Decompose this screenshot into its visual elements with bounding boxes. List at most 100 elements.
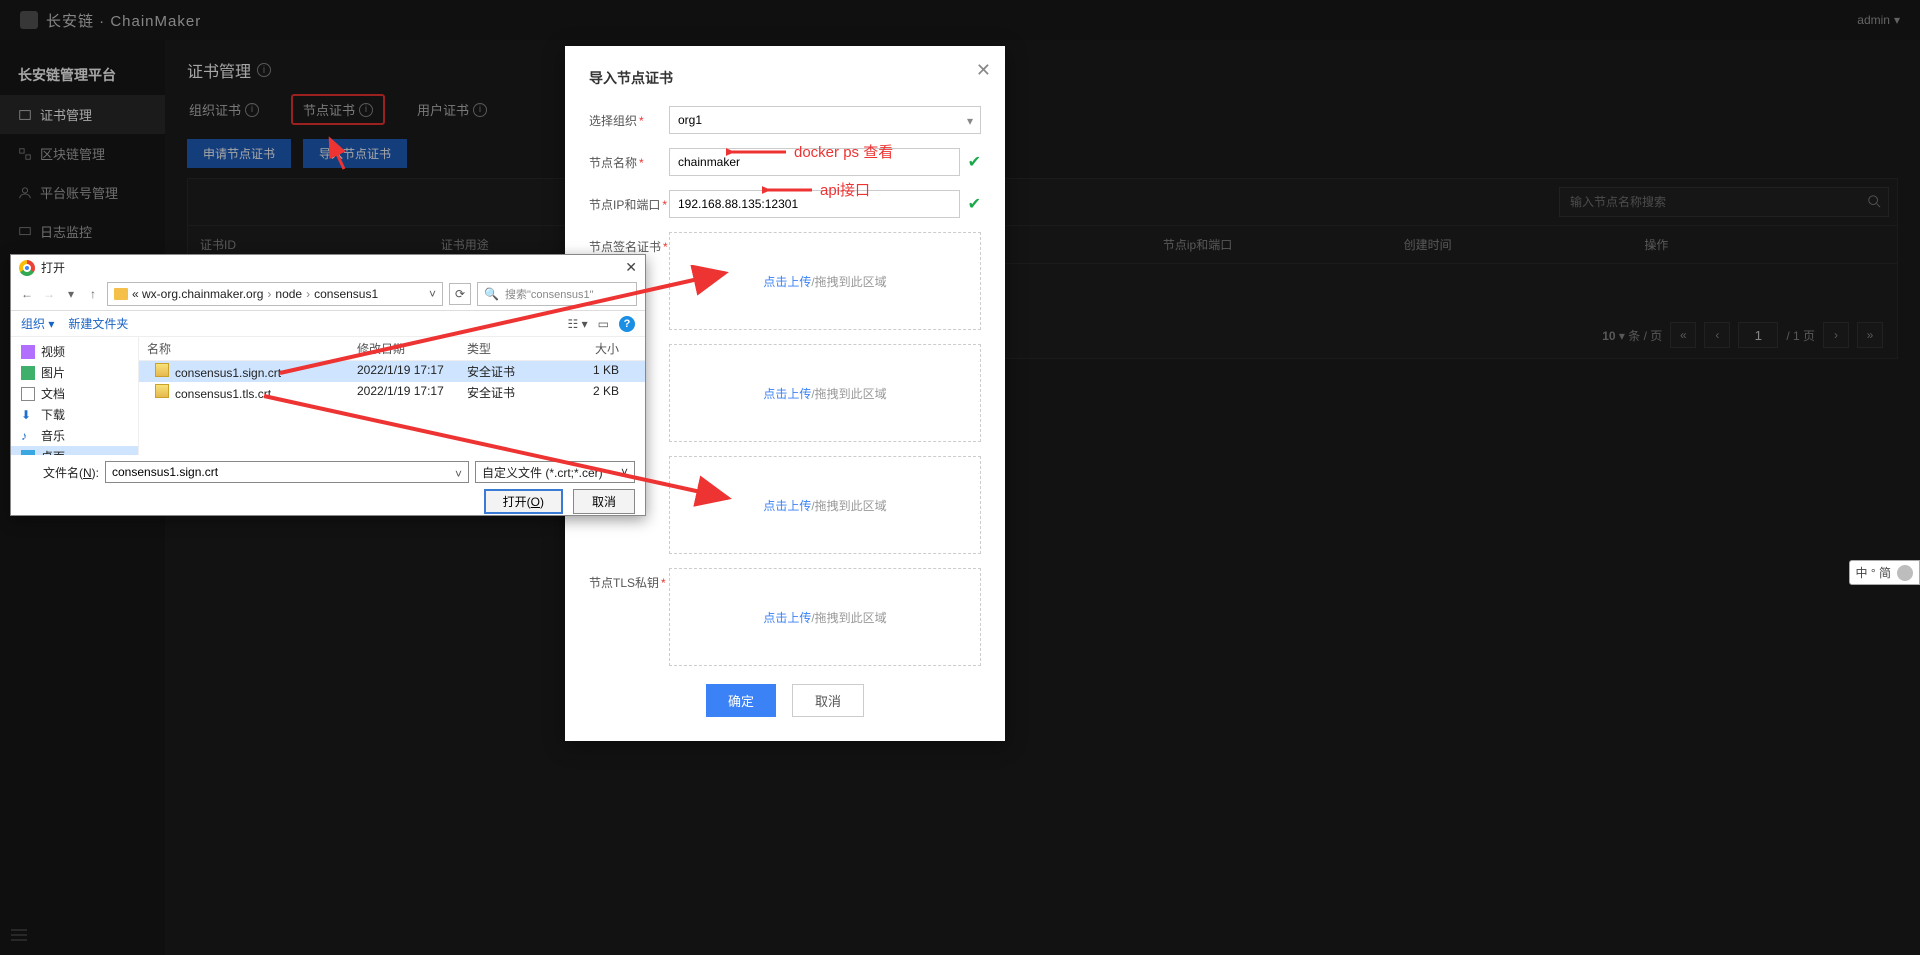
preview-pane-icon[interactable]: ▭ [598,317,609,331]
music-icon: ♪ [21,429,35,443]
valid-icon: ✔ [968,152,981,172]
org-select[interactable]: org1 [669,106,981,134]
file-open-dialog: 打开 ✕ ← → ▾ ↑ « wx-org.chainmaker.org › n… [10,254,646,516]
search-icon: 🔍 [484,287,499,301]
upload-tls-key[interactable]: 点击上传/拖拽到此区域 [669,568,981,666]
file-date: 2022/1/19 17:17 [357,363,467,380]
file-size: 2 KB [567,384,627,401]
file-date: 2022/1/19 17:17 [357,384,467,401]
toolbar-organize[interactable]: 组织 ▾ [21,315,54,332]
upload-link: 点击上传 [763,499,811,513]
node-ipport-input[interactable] [669,190,960,218]
cert-file-icon [155,384,169,398]
node-name-input[interactable] [669,148,960,176]
file-type: 安全证书 [467,384,567,401]
modal-close-button[interactable]: ✕ [976,60,991,81]
upload-link: 点击上传 [763,611,811,625]
file-type-filter[interactable]: 自定义文件 (*.crt;*.cer) ˅ [475,461,635,483]
filedlg-title-text: 打开 [41,259,65,276]
nav-up-icon[interactable]: ↑ [85,287,101,301]
file-row[interactable]: consensus1.sign.crt 2022/1/19 17:17 安全证书… [139,361,645,382]
upload-hint: /拖拽到此区域 [811,275,886,289]
tree-label: 视频 [41,343,65,360]
col-date[interactable]: 修改日期 [357,340,467,357]
label-org: 选择组织 [589,114,637,128]
picture-icon [21,366,35,380]
chevron-down-icon[interactable]: ˅ [429,287,436,301]
view-mode-icon[interactable]: ☷ ▾ [568,317,588,331]
file-row[interactable]: consensus1.tls.crt 2022/1/19 17:17 安全证书 … [139,382,645,403]
ime-indicator[interactable]: 中 ° 简 [1849,560,1920,585]
tree-label: 文档 [41,385,65,402]
video-icon [21,345,35,359]
label-sign-cert: 节点签名证书 [589,240,661,254]
ime-mascot-icon [1897,565,1913,581]
tree-item[interactable]: ♪ 音乐 [11,425,138,446]
tree-label: 音乐 [41,427,65,444]
col-size[interactable]: 大小 [567,340,627,357]
nav-back-icon[interactable]: ← [19,287,35,301]
upload-sign-cert-1[interactable]: 点击上传/拖拽到此区域 [669,232,981,330]
nav-recent-icon[interactable]: ▾ [63,287,79,301]
upload-sign-cert-3[interactable]: 点击上传/拖拽到此区域 [669,456,981,554]
filename-label: 文件名(N): [21,464,99,481]
tree-label: 图片 [41,364,65,381]
tree-item[interactable]: 文档 [11,383,138,404]
file-name: consensus1.tls.crt [175,387,271,401]
valid-icon: ✔ [968,194,981,214]
chrome-icon [19,260,35,276]
filter-text: 自定义文件 (*.crt;*.cer) [482,464,603,481]
upload-hint: /拖拽到此区域 [811,611,886,625]
folder-tree: 视频 图片 文档 ⬇ 下载 ♪ 音乐 桌面 [11,337,139,455]
path-prefix: « wx-org.chainmaker.org [132,287,263,301]
file-name: consensus1.sign.crt [175,366,281,380]
upload-link: 点击上传 [763,387,811,401]
label-tls-key: 节点TLS私钥 [589,576,659,590]
modal-ok-button[interactable]: 确定 [706,684,776,717]
nav-fwd-icon[interactable]: → [41,287,57,301]
filename-input[interactable] [112,462,462,482]
label-ipport: 节点IP和端口 [589,198,660,212]
filedlg-open-button[interactable]: 打开(O) [484,489,563,514]
cert-file-icon [155,363,169,377]
tree-item[interactable]: ⬇ 下载 [11,404,138,425]
folder-icon [114,288,128,300]
refresh-button[interactable]: ⟳ [449,283,471,305]
filedlg-close-button[interactable]: ✕ [625,259,637,276]
path-seg[interactable]: node [275,287,302,301]
download-icon: ⬇ [21,408,35,422]
path-sep-icon: › [306,287,310,301]
col-type[interactable]: 类型 [467,340,567,357]
col-name[interactable]: 名称 [139,340,357,357]
desktop-icon [21,450,35,456]
tree-label: 桌面 [41,448,65,455]
path-sep-icon: › [267,287,271,301]
chevron-down-icon[interactable]: ˅ [455,467,462,481]
label-node-name: 节点名称 [589,156,637,170]
upload-link: 点击上传 [763,275,811,289]
path-bar[interactable]: « wx-org.chainmaker.org › node › consens… [107,282,443,306]
upload-sign-cert-2[interactable]: 点击上传/拖拽到此区域 [669,344,981,442]
toolbar-newfolder[interactable]: 新建文件夹 [68,315,128,332]
upload-hint: /拖拽到此区域 [811,387,886,401]
tree-label: 下载 [41,406,65,423]
file-list: 名称 修改日期 类型 大小 consensus1.sign.crt 2022/1… [139,337,645,455]
filename-input-wrap[interactable]: ˅ [105,461,469,483]
help-icon[interactable]: ? [619,316,635,332]
modal-cancel-button[interactable]: 取消 [792,684,864,717]
tree-item[interactable]: 桌面 [11,446,138,455]
path-seg[interactable]: consensus1 [314,287,378,301]
ime-text: 中 ° 简 [1856,564,1891,581]
filedlg-search[interactable]: 🔍 搜索"consensus1" [477,282,637,306]
chevron-down-icon: ˅ [621,465,628,479]
tree-item[interactable]: 视频 [11,341,138,362]
filedlg-cancel-button[interactable]: 取消 [573,489,635,514]
file-size: 1 KB [567,363,627,380]
file-list-header: 名称 修改日期 类型 大小 [139,337,645,361]
file-type: 安全证书 [467,363,567,380]
tree-item[interactable]: 图片 [11,362,138,383]
document-icon [21,387,35,401]
upload-hint: /拖拽到此区域 [811,499,886,513]
filedlg-search-placeholder: 搜索"consensus1" [505,286,594,302]
modal-title: 导入节点证书 [589,68,981,88]
